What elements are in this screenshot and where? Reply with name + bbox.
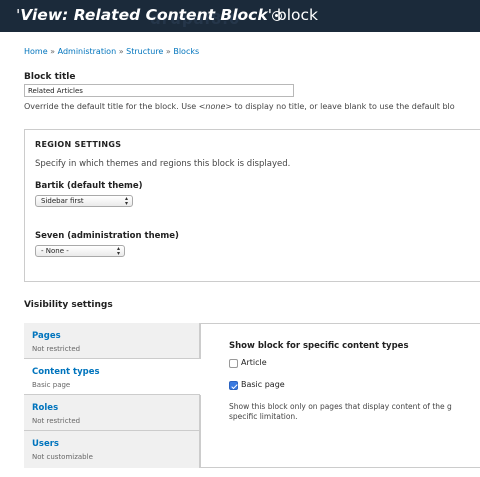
tab-list-divider: [200, 395, 201, 468]
up-down-arrows-icon: ▴ ▾: [124, 195, 128, 207]
bartik-region-select[interactable]: Sidebar first ▴ ▾: [35, 195, 133, 207]
tab-roles[interactable]: Roles Not restricted: [24, 395, 200, 431]
tab-users[interactable]: Users Not customizable: [24, 431, 200, 468]
up-down-arrows-icon: ▴ ▾: [116, 245, 120, 257]
block-title-description-none: <none>: [198, 102, 233, 111]
seven-region-selected: - None -: [41, 247, 69, 255]
basic-page-checkbox-label[interactable]: Basic page: [241, 380, 285, 389]
block-title-input[interactable]: Related Articles: [24, 84, 294, 97]
tab-content-types-summary: Basic page: [32, 381, 71, 389]
tab-users-label: Users: [32, 439, 59, 449]
content-types-pane-title: Show block for specific content types: [229, 341, 409, 351]
breadcrumb-blocks[interactable]: Blocks: [173, 47, 199, 56]
content-types-description-line: specific limitation.: [229, 412, 298, 421]
block-title-label: Block title: [24, 72, 76, 82]
breadcrumb-separator: »: [163, 47, 174, 56]
breadcrumb-separator: »: [47, 47, 58, 56]
tab-roles-label: Roles: [32, 403, 59, 413]
content-types-description: Show this block only on pages that displ…: [229, 402, 480, 422]
page-header: drupal8.0 'View: Related Content Block' …: [0, 0, 480, 32]
breadcrumb-administration[interactable]: Administration: [58, 47, 117, 56]
block-title-description-rest: to display no title, or leave blank to u…: [232, 102, 455, 111]
tab-list-divider: [200, 323, 201, 359]
breadcrumb: Home » Administration » Structure » Bloc…: [24, 47, 199, 56]
tab-pages[interactable]: Pages Not restricted: [24, 323, 200, 359]
region-settings-title: REGION SETTINGS: [35, 140, 122, 149]
breadcrumb-separator: »: [116, 47, 127, 56]
seven-region-select[interactable]: - None - ▴ ▾: [35, 245, 125, 257]
tab-pages-label: Pages: [32, 331, 61, 341]
block-title-description-text: Override the default title for the block…: [24, 102, 199, 111]
tab-content-types-label: Content types: [32, 367, 100, 377]
content-types-description-line: Show this block only on pages that displ…: [229, 402, 452, 411]
tab-content-types[interactable]: Content types Basic page: [24, 359, 200, 395]
tab-pages-summary: Not restricted: [32, 345, 81, 353]
block-title-description: Override the default title for the block…: [24, 102, 455, 111]
page-title-view-name: View: Related Content Block: [20, 6, 268, 24]
seven-theme-label: Seven (administration theme): [35, 231, 179, 241]
tab-roles-summary: Not restricted: [32, 417, 81, 425]
basic-page-checkbox[interactable]: [229, 381, 238, 390]
article-checkbox-label[interactable]: Article: [241, 358, 267, 367]
article-checkbox[interactable]: [229, 359, 238, 368]
region-settings-description: Specify in which themes and regions this…: [35, 159, 291, 169]
breadcrumb-structure[interactable]: Structure: [126, 47, 163, 56]
bartik-theme-label: Bartik (default theme): [35, 181, 143, 191]
tab-users-summary: Not customizable: [32, 453, 93, 461]
bartik-region-selected: Sidebar first: [41, 197, 84, 205]
breadcrumb-home[interactable]: Home: [24, 47, 48, 56]
visibility-settings-title: Visibility settings: [24, 300, 113, 310]
settings-circle-icon[interactable]: [272, 11, 282, 21]
